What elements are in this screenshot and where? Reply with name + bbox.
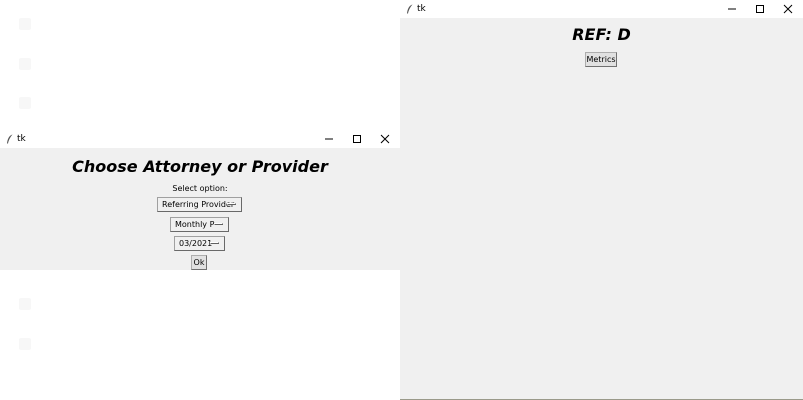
close-button[interactable] bbox=[773, 0, 803, 18]
type-option-menu[interactable]: Referring Provider bbox=[157, 197, 242, 212]
window-title: tk bbox=[417, 4, 426, 14]
minimize-icon bbox=[325, 138, 333, 140]
close-icon bbox=[380, 134, 390, 144]
dropdown-indicator-icon bbox=[210, 242, 219, 244]
desktop-icon[interactable] bbox=[19, 298, 31, 310]
desktop-icon[interactable] bbox=[19, 18, 31, 30]
desktop-icon[interactable] bbox=[19, 58, 31, 70]
close-icon bbox=[783, 4, 793, 14]
type-option-value: Referring Provider bbox=[162, 200, 235, 209]
maximize-icon bbox=[353, 135, 361, 143]
select-window: tk Choose Attorney or Provider Select op… bbox=[0, 130, 400, 270]
minimize-button[interactable] bbox=[717, 0, 747, 18]
desktop-icon[interactable] bbox=[19, 97, 31, 109]
select-heading: Choose Attorney or Provider bbox=[72, 157, 328, 176]
period-option-menu[interactable]: Monthly P bbox=[170, 217, 229, 232]
close-button[interactable] bbox=[370, 130, 400, 148]
ref-heading: REF: D bbox=[572, 25, 631, 44]
select-option-label: Select option: bbox=[172, 184, 228, 193]
ref-window-titlebar[interactable]: tk bbox=[400, 0, 803, 18]
select-window-titlebar[interactable]: tk bbox=[0, 130, 400, 148]
metrics-button[interactable]: Metrics bbox=[585, 52, 617, 67]
maximize-icon bbox=[756, 5, 764, 13]
maximize-button[interactable] bbox=[745, 0, 775, 18]
date-option-menu[interactable]: 03/2021 bbox=[174, 236, 225, 251]
window-title: tk bbox=[17, 134, 26, 144]
period-option-value: Monthly P bbox=[175, 220, 215, 229]
ok-button[interactable]: Ok bbox=[191, 255, 207, 270]
minimize-button[interactable] bbox=[314, 130, 344, 148]
desktop-icon[interactable] bbox=[19, 338, 31, 350]
minimize-icon bbox=[728, 8, 736, 10]
date-option-value: 03/2021 bbox=[179, 239, 213, 248]
maximize-button[interactable] bbox=[342, 130, 372, 148]
feather-icon bbox=[407, 4, 413, 14]
dropdown-indicator-icon bbox=[227, 203, 236, 205]
feather-icon bbox=[7, 134, 13, 144]
ref-window: tk REF: D Metrics bbox=[400, 0, 803, 400]
dropdown-indicator-icon bbox=[214, 223, 223, 225]
